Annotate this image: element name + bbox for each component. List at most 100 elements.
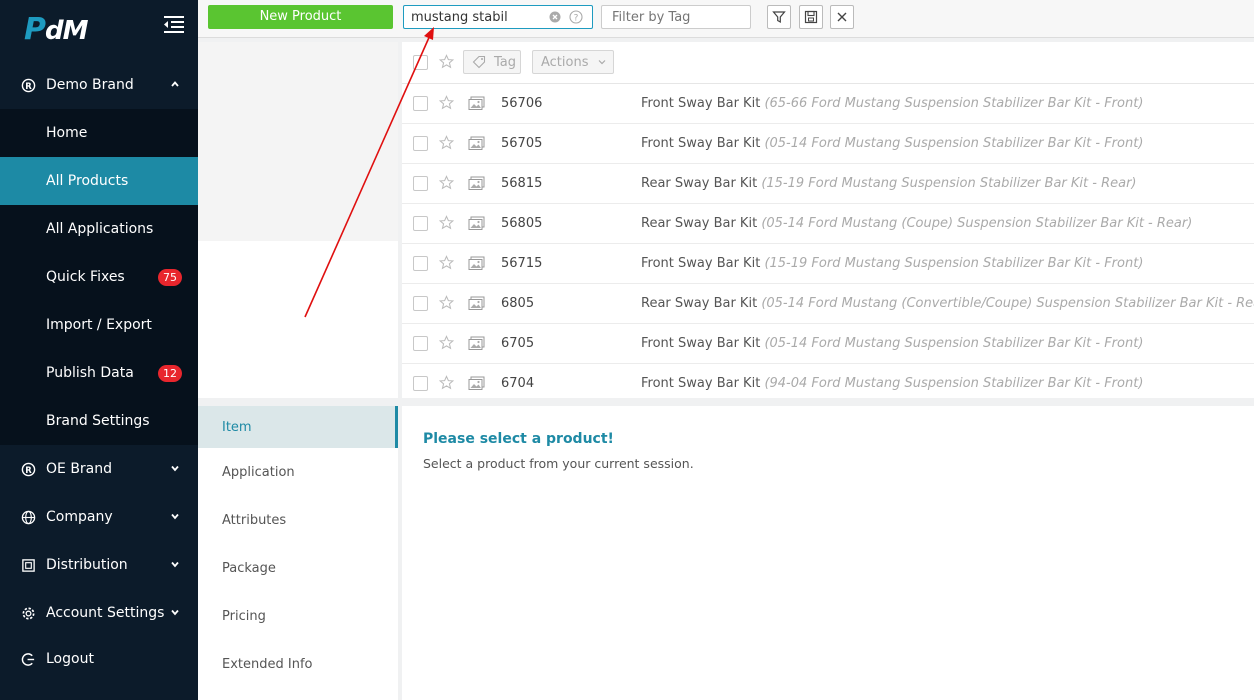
svg-text:?: ? (574, 14, 579, 24)
logout-link[interactable]: Logout (0, 637, 198, 681)
star-icon[interactable] (439, 54, 454, 69)
sidebar-item-brand-settings[interactable]: Brand Settings (0, 397, 198, 445)
tab-label: Package (222, 560, 276, 576)
star-icon[interactable] (439, 255, 454, 270)
detail-body: Please select a product! Select a produc… (402, 406, 1254, 700)
filter-by-tag-input[interactable] (601, 5, 751, 29)
chevron-down-icon (171, 609, 179, 616)
clear-filters-button[interactable] (830, 5, 854, 29)
globe-icon (20, 509, 36, 525)
image-icon[interactable] (468, 96, 485, 111)
star-icon[interactable] (439, 175, 454, 190)
row-checkbox[interactable] (413, 96, 428, 111)
table-row[interactable]: 56805 Rear Sway Bar Kit (05-14 Ford Musta… (402, 204, 1254, 244)
image-icon[interactable] (468, 136, 485, 151)
tag-button-label: Tag (494, 54, 517, 70)
image-icon[interactable] (468, 216, 485, 231)
menu-collapse-icon[interactable] (162, 14, 186, 36)
star-icon[interactable] (439, 215, 454, 230)
product-number: 6704 (501, 376, 535, 391)
table-row[interactable]: 56715 Front Sway Bar Kit (15-19 Ford Must… (402, 244, 1254, 284)
save-search-button[interactable] (799, 5, 823, 29)
table-row[interactable]: 56815 Rear Sway Bar Kit (15-19 Ford Musta… (402, 164, 1254, 204)
product-description: Rear Sway Bar Kit (05-14 Ford Mustang (C… (641, 216, 1192, 231)
tab-label: Attributes (222, 512, 287, 528)
sidebar-item-label: Home (46, 125, 88, 141)
tab-package[interactable]: Package (198, 544, 398, 592)
row-checkbox[interactable] (413, 376, 428, 391)
row-checkbox[interactable] (413, 216, 428, 231)
clear-search-icon[interactable] (549, 11, 561, 23)
sidebar: PdM R Demo Brand Home All Products All A… (0, 0, 198, 700)
row-checkbox[interactable] (413, 256, 428, 271)
sidebar-item-all-products[interactable]: All Products (0, 157, 198, 205)
tab-pricing[interactable]: Pricing (198, 592, 398, 640)
table-row[interactable]: 6705 Front Sway Bar Kit (05-14 Ford Musta… (402, 324, 1254, 364)
table-row[interactable]: 56705 Front Sway Bar Kit (05-14 Ford Must… (402, 124, 1254, 164)
star-icon[interactable] (439, 335, 454, 350)
tab-extended-info[interactable]: Extended Info (198, 640, 398, 688)
logout-icon (20, 651, 36, 667)
image-icon[interactable] (468, 256, 485, 271)
product-detail: (05-14 Ford Mustang (Convertible/Coupe) … (761, 296, 1254, 311)
image-icon[interactable] (468, 296, 485, 311)
sidebar-item-publish-data[interactable]: Publish Data 12 (0, 349, 198, 397)
sidebar-item-label: All Products (46, 173, 129, 189)
row-checkbox[interactable] (413, 176, 428, 191)
chevron-down-icon (171, 465, 179, 472)
image-icon[interactable] (468, 176, 485, 191)
tab-attributes[interactable]: Attributes (198, 496, 398, 544)
star-icon[interactable] (439, 95, 454, 110)
empty-state-title: Please select a product! (423, 431, 614, 447)
actions-dropdown[interactable]: Actions (532, 50, 614, 74)
empty-state-subtitle: Select a product from your current sessi… (423, 456, 694, 471)
sub-nav-demo-brand: Home All Products All Applications Quick… (0, 109, 198, 445)
nav-group-label: OE Brand (46, 461, 113, 477)
star-icon[interactable] (439, 135, 454, 150)
product-name: Front Sway Bar Kit (641, 376, 761, 391)
category-tree-panel (198, 42, 398, 398)
pdm-logo[interactable]: PdM (24, 12, 88, 47)
nav-group-account-settings[interactable]: Account Settings (0, 589, 198, 637)
image-icon[interactable] (468, 336, 485, 351)
product-description: Rear Sway Bar Kit (05-14 Ford Mustang (C… (641, 296, 1254, 311)
product-list: Tag Actions 56706 Front Sway Bar Kit (65-… (402, 42, 1254, 398)
product-search-input[interactable] (404, 6, 544, 28)
row-checkbox[interactable] (413, 296, 428, 311)
product-number: 6705 (501, 336, 535, 351)
table-row[interactable]: 6704 Front Sway Bar Kit (94-04 Ford Musta… (402, 364, 1254, 398)
svg-text:R: R (25, 464, 32, 474)
star-icon[interactable] (439, 295, 454, 310)
row-checkbox[interactable] (413, 336, 428, 351)
filter-icon (772, 11, 786, 24)
image-icon[interactable] (468, 376, 485, 391)
tab-application[interactable]: Application (198, 448, 398, 496)
nav-group-label: Demo Brand (46, 77, 134, 93)
new-product-button[interactable]: New Product (208, 5, 393, 29)
tag-button[interactable]: Tag (463, 50, 521, 74)
nav-group-distribution[interactable]: Distribution (0, 541, 198, 589)
product-name: Front Sway Bar Kit (641, 96, 761, 111)
sidebar-item-import-export[interactable]: Import / Export (0, 301, 198, 349)
sidebar-item-label: Brand Settings (46, 413, 150, 429)
filter-button[interactable] (767, 5, 791, 29)
nav-group-demo-brand[interactable]: R Demo Brand (0, 61, 198, 109)
select-all-checkbox[interactable] (413, 55, 428, 70)
sidebar-item-all-applications[interactable]: All Applications (0, 205, 198, 253)
publish-data-badge: 12 (158, 365, 182, 382)
search-help-icon[interactable]: ? (569, 10, 583, 24)
tab-item[interactable]: Item (198, 406, 398, 448)
table-row[interactable]: 6805 Rear Sway Bar Kit (05-14 Ford Mustan… (402, 284, 1254, 324)
table-row[interactable]: 56706 Front Sway Bar Kit (65-66 Ford Must… (402, 84, 1254, 124)
star-icon[interactable] (439, 375, 454, 390)
product-number: 56715 (501, 256, 543, 271)
nav-group-company[interactable]: Company (0, 493, 198, 541)
sidebar-item-home[interactable]: Home (0, 109, 198, 157)
sidebar-item-quick-fixes[interactable]: Quick Fixes 75 (0, 253, 198, 301)
quick-fixes-badge: 75 (158, 269, 182, 286)
product-detail: (05-14 Ford Mustang Suspension Stabilize… (764, 136, 1144, 151)
row-checkbox[interactable] (413, 136, 428, 151)
product-name: Front Sway Bar Kit (641, 256, 761, 271)
nav-group-oe-brand[interactable]: R OE Brand (0, 445, 198, 493)
product-name: Front Sway Bar Kit (641, 336, 761, 351)
